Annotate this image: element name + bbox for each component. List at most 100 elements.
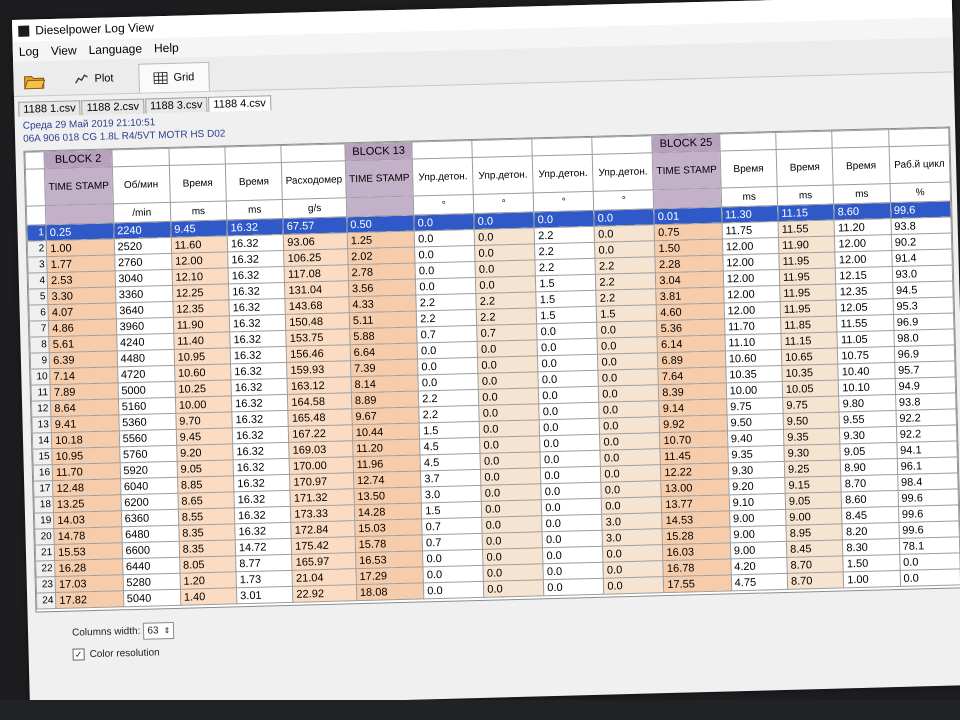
grid-cell[interactable]: 9.30 xyxy=(783,443,841,462)
row-number[interactable]: 9 xyxy=(30,352,50,370)
grid-cell[interactable]: 12.00 xyxy=(723,301,781,319)
grid-cell[interactable]: 22.92 xyxy=(292,584,357,603)
grid-cell[interactable]: 17.82 xyxy=(55,590,124,609)
grid-cell[interactable]: 8.35 xyxy=(178,539,236,558)
grid-cell[interactable]: 8.70 xyxy=(787,571,844,590)
grid-cell[interactable]: 15.78 xyxy=(355,534,423,553)
grid-cell[interactable]: 10.10 xyxy=(838,378,896,396)
grid-cell[interactable]: 167.22 xyxy=(288,424,353,443)
grid-cell[interactable]: 10.05 xyxy=(782,379,839,398)
grid-cell[interactable]: 6440 xyxy=(122,557,180,575)
grid-cell[interactable]: 0.0 xyxy=(474,227,535,246)
grid-cell[interactable]: 171.32 xyxy=(290,488,355,507)
grid-cell[interactable]: 2.2 xyxy=(595,256,656,275)
grid-cell[interactable]: 16.32 xyxy=(228,298,286,316)
grid-cell[interactable]: 8.60 xyxy=(841,490,899,508)
grid-cell[interactable]: 1.5 xyxy=(596,304,657,323)
grid-cell[interactable]: 0.0 xyxy=(417,341,478,359)
grid-cell[interactable]: 8.95 xyxy=(786,523,843,542)
grid-cell[interactable]: 9.15 xyxy=(784,475,842,494)
grid-cell[interactable]: 11.05 xyxy=(837,330,894,348)
grid-cell[interactable]: 10.18 xyxy=(51,430,120,449)
grid-cell[interactable]: 0.0 xyxy=(542,530,603,548)
grid-cell[interactable]: 2.53 xyxy=(47,270,116,289)
row-number[interactable]: 13 xyxy=(31,416,52,434)
grid-cell[interactable]: 0.0 xyxy=(478,387,540,406)
grid-cell[interactable]: 9.30 xyxy=(728,461,785,479)
row-number[interactable]: 23 xyxy=(36,576,56,594)
grid-cell[interactable]: 0.0 xyxy=(543,562,604,580)
grid-cell[interactable]: 11.96 xyxy=(352,454,421,473)
grid-cell[interactable]: 0.0 xyxy=(414,229,475,248)
grid-cell[interactable]: 9.35 xyxy=(727,445,785,463)
grid-cell[interactable]: 17.55 xyxy=(663,574,732,593)
grid-cell[interactable]: 8.45 xyxy=(786,539,844,558)
grid-cell[interactable]: 8.14 xyxy=(350,374,419,393)
grid-cell[interactable]: 117.08 xyxy=(284,264,349,283)
grid-cell[interactable]: 13.00 xyxy=(661,478,729,497)
grid-cell[interactable]: 0.0 xyxy=(415,277,477,296)
grid-cell[interactable]: 3.0 xyxy=(601,512,663,531)
grid-cell[interactable]: 143.68 xyxy=(285,296,350,315)
grid-cell[interactable]: 13.25 xyxy=(53,494,121,513)
columns-width-spinner[interactable]: 63 ⇕ xyxy=(143,621,175,640)
grid-cell[interactable]: 4.33 xyxy=(348,295,417,313)
grid-cell[interactable]: 3.0 xyxy=(602,528,663,547)
grid-cell[interactable]: 5.11 xyxy=(349,311,417,329)
grid-cell[interactable]: 9.05 xyxy=(840,442,897,460)
grid-cell[interactable]: 12.00 xyxy=(834,234,892,253)
grid-cell[interactable]: 10.44 xyxy=(352,422,420,441)
grid-cell[interactable]: 12.35 xyxy=(836,282,893,301)
grid-cell[interactable]: 12.00 xyxy=(722,237,779,255)
grid-cell[interactable]: 2.02 xyxy=(347,247,416,265)
grid-cell[interactable]: 0.7 xyxy=(422,533,483,551)
grid-cell[interactable]: 0.0 xyxy=(533,210,595,228)
grid-cell[interactable]: 5920 xyxy=(119,461,178,479)
grid-cell[interactable]: 12.74 xyxy=(353,470,422,489)
column-header[interactable]: TIME STAMP xyxy=(44,166,113,206)
column-header[interactable]: Время xyxy=(169,163,227,203)
grid-cell[interactable]: 12.25 xyxy=(172,283,229,302)
grid-cell[interactable]: 12.15 xyxy=(835,266,893,285)
grid-cell[interactable]: 94.5 xyxy=(892,280,954,299)
grid-cell[interactable]: 4240 xyxy=(116,333,174,351)
grid-cell[interactable]: 4480 xyxy=(116,349,175,367)
row-number[interactable]: 5 xyxy=(28,288,49,306)
grid-cell[interactable]: 16.32 xyxy=(228,282,286,300)
grid-cell[interactable]: 10.60 xyxy=(174,363,232,382)
grid-cell[interactable]: 173.33 xyxy=(290,504,355,523)
grid-cell[interactable]: 156.46 xyxy=(286,344,351,363)
grid-cell[interactable]: 14.28 xyxy=(354,502,422,521)
grid-cell[interactable]: 5.36 xyxy=(656,318,725,337)
grid-cell[interactable]: 12.00 xyxy=(723,269,780,287)
grid-cell[interactable]: 93.8 xyxy=(890,216,952,235)
grid-cell[interactable]: 0.0 xyxy=(602,544,664,563)
grid-cell[interactable]: 0.0 xyxy=(601,496,662,515)
grid-cell[interactable]: 16.32 xyxy=(233,458,290,476)
grid-cell[interactable]: 11.70 xyxy=(724,317,782,335)
grid-cell[interactable]: 0.0 xyxy=(598,368,659,387)
grid-cell[interactable]: 8.70 xyxy=(841,474,898,492)
column-header[interactable]: Время xyxy=(225,162,283,201)
menu-view[interactable]: View xyxy=(45,43,83,58)
grid-cell[interactable]: 3.0 xyxy=(421,485,482,503)
grid-cell[interactable]: 9.05 xyxy=(176,459,234,478)
grid-cell[interactable]: 11.95 xyxy=(779,268,837,286)
grid-cell[interactable]: 99.6 xyxy=(898,520,960,539)
grid-cell[interactable]: 6.64 xyxy=(349,343,418,361)
grid-cell[interactable]: 9.40 xyxy=(727,429,784,447)
grid-cell[interactable]: 0.0 xyxy=(478,371,539,390)
grid-cell[interactable]: 11.40 xyxy=(173,331,231,350)
grid-cell[interactable]: 0.0 xyxy=(483,579,545,598)
grid-cell[interactable]: 0.0 xyxy=(539,418,600,436)
column-header[interactable]: Время xyxy=(776,148,834,187)
grid-cell[interactable]: 170.00 xyxy=(289,456,354,475)
grid-cell[interactable]: 0.0 xyxy=(537,354,599,372)
grid-cell[interactable]: 6200 xyxy=(120,493,179,511)
grid-cell[interactable]: 0.0 xyxy=(541,482,602,500)
plot-tab[interactable]: Plot xyxy=(59,63,129,95)
column-header[interactable]: Время xyxy=(719,149,778,189)
grid-cell[interactable]: 0.0 xyxy=(541,514,603,532)
row-number[interactable]: 22 xyxy=(35,560,56,578)
grid-cell[interactable]: 12.00 xyxy=(722,253,780,271)
